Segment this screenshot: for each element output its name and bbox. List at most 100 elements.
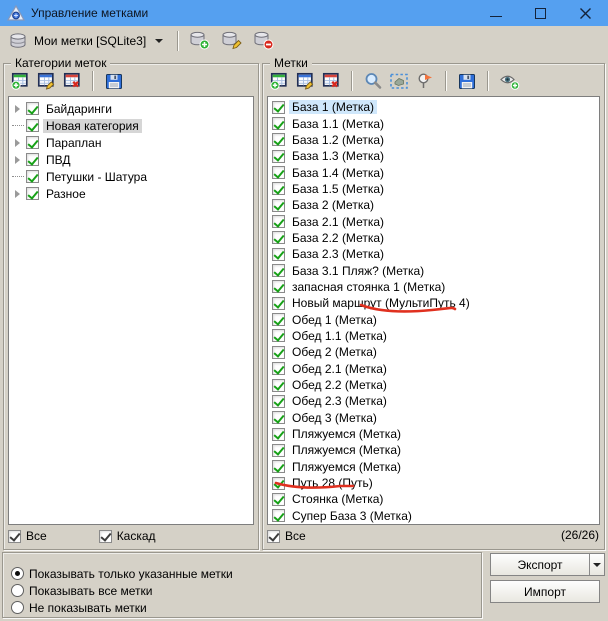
display-option[interactable]: Показывать только указанные метки <box>11 565 481 582</box>
add-database-button[interactable] <box>186 29 212 53</box>
find-tag-button[interactable] <box>360 70 386 92</box>
tag-checkbox[interactable] <box>272 166 285 179</box>
tag-checkbox[interactable] <box>272 297 285 310</box>
tree-item[interactable]: Петушки - Шатура <box>9 168 253 185</box>
display-option[interactable]: Показывать все метки <box>11 582 481 599</box>
show-add-button[interactable] <box>496 70 522 92</box>
list-item[interactable]: Супер База 3 (Метка) <box>268 508 599 524</box>
tag-checkbox[interactable] <box>272 411 285 424</box>
cascade-toggle[interactable]: Каскад <box>99 529 156 543</box>
tree-item[interactable]: Параплан <box>9 134 253 151</box>
tag-checkbox[interactable] <box>272 395 285 408</box>
tag-checkbox[interactable] <box>272 264 285 277</box>
database-selector-dropdown[interactable]: Мои метки [SQLite3] <box>5 29 170 53</box>
tag-checkbox[interactable] <box>272 362 285 375</box>
radio-button[interactable] <box>11 584 24 597</box>
tag-checkbox[interactable] <box>272 313 285 326</box>
tag-checkbox[interactable] <box>272 133 285 146</box>
all-tags-checkbox[interactable] <box>267 530 280 543</box>
expander-icon[interactable] <box>15 105 20 113</box>
all-categories-checkbox[interactable] <box>8 530 21 543</box>
add-category-button[interactable] <box>7 70 33 92</box>
list-item[interactable]: База 2.3 (Метка) <box>268 246 599 262</box>
list-item[interactable]: Обед 2.1 (Метка) <box>268 361 599 377</box>
category-checkbox[interactable] <box>26 102 39 115</box>
cascade-checkbox[interactable] <box>99 530 112 543</box>
delete-category-button[interactable] <box>59 70 85 92</box>
tag-checkbox[interactable] <box>272 460 285 473</box>
tag-checkbox[interactable] <box>272 379 285 392</box>
list-item[interactable]: База 1 (Метка) <box>268 99 599 115</box>
radio-button[interactable] <box>11 567 24 580</box>
minimize-button[interactable] <box>473 0 518 26</box>
list-item[interactable]: Пляжуемся (Метка) <box>268 442 599 458</box>
import-button[interactable]: Импорт <box>490 580 600 603</box>
delete-tag-button[interactable] <box>318 70 344 92</box>
close-button[interactable] <box>563 0 608 26</box>
category-tree[interactable]: БайдарингиНовая категорияПарапланПВДПету… <box>8 96 254 525</box>
list-item[interactable]: Новый маршрут (МультиПуть 4) <box>268 295 599 311</box>
maximize-button[interactable] <box>518 0 563 26</box>
export-dropdown-button[interactable] <box>589 554 604 575</box>
list-item[interactable]: Обед 2.3 (Метка) <box>268 393 599 409</box>
tag-checkbox[interactable] <box>272 477 285 490</box>
expander-icon[interactable] <box>15 190 20 198</box>
edit-category-button[interactable] <box>33 70 59 92</box>
list-item[interactable]: Обед 2 (Метка) <box>268 344 599 360</box>
tag-checkbox[interactable] <box>272 329 285 342</box>
expander-icon[interactable] <box>15 139 20 147</box>
category-checkbox[interactable] <box>26 170 39 183</box>
export-button[interactable]: Экспорт <box>490 553 605 576</box>
radio-button[interactable] <box>11 601 24 614</box>
tag-checkbox[interactable] <box>272 182 285 195</box>
tag-checkbox[interactable] <box>272 346 285 359</box>
list-item[interactable]: База 2.2 (Метка) <box>268 230 599 246</box>
list-item[interactable]: Пляжуемся (Метка) <box>268 426 599 442</box>
tag-checkbox[interactable] <box>272 215 285 228</box>
list-item[interactable]: База 2.1 (Метка) <box>268 213 599 229</box>
list-item[interactable]: Стоянка (Метка) <box>268 491 599 507</box>
tag-checkbox[interactable] <box>272 428 285 441</box>
tree-item[interactable]: Новая категория <box>9 117 253 134</box>
list-item[interactable]: База 1.2 (Метка) <box>268 132 599 148</box>
add-tag-button[interactable] <box>266 70 292 92</box>
tag-checkbox[interactable] <box>272 280 285 293</box>
tag-checkbox[interactable] <box>272 101 285 114</box>
list-item[interactable]: База 3.1 Пляж? (Метка) <box>268 262 599 278</box>
list-item[interactable]: База 1.3 (Метка) <box>268 148 599 164</box>
tree-item[interactable]: ПВД <box>9 151 253 168</box>
tag-checkbox[interactable] <box>272 493 285 506</box>
list-item[interactable]: База 1.4 (Метка) <box>268 164 599 180</box>
category-checkbox[interactable] <box>26 136 39 149</box>
all-tags-toggle[interactable]: Все <box>267 529 306 543</box>
placemark-button[interactable] <box>412 70 438 92</box>
list-item[interactable]: Обед 2.2 (Метка) <box>268 377 599 393</box>
tag-checkbox[interactable] <box>272 248 285 261</box>
all-categories-toggle[interactable]: Все <box>8 529 47 543</box>
category-checkbox[interactable] <box>26 119 39 132</box>
edit-tag-button[interactable] <box>292 70 318 92</box>
list-item[interactable]: Обед 3 (Метка) <box>268 410 599 426</box>
save-categories-button[interactable] <box>101 70 127 92</box>
tree-item[interactable]: Байдаринги <box>9 100 253 117</box>
remove-database-button[interactable] <box>250 29 276 53</box>
list-item[interactable]: запасная стоянка 1 (Метка) <box>268 279 599 295</box>
tag-checkbox[interactable] <box>272 150 285 163</box>
save-tags-button[interactable] <box>454 70 480 92</box>
tag-checkbox[interactable] <box>272 444 285 457</box>
list-item[interactable]: База 1.5 (Метка) <box>268 181 599 197</box>
tag-checkbox[interactable] <box>272 199 285 212</box>
tag-checkbox[interactable] <box>272 231 285 244</box>
list-item[interactable]: База 2 (Метка) <box>268 197 599 213</box>
list-item[interactable]: База 1.1 (Метка) <box>268 115 599 131</box>
list-item[interactable]: Обед 1.1 (Метка) <box>268 328 599 344</box>
tag-checkbox[interactable] <box>272 509 285 522</box>
tag-checkbox[interactable] <box>272 117 285 130</box>
list-item[interactable]: Путь 28 (Путь) <box>268 475 599 491</box>
tree-item[interactable]: Разное <box>9 185 253 202</box>
list-item[interactable]: Пляжуемся (Метка) <box>268 459 599 475</box>
display-option[interactable]: Не показывать метки <box>11 599 481 616</box>
expander-icon[interactable] <box>15 156 20 164</box>
select-area-button[interactable] <box>386 70 412 92</box>
category-checkbox[interactable] <box>26 153 39 166</box>
